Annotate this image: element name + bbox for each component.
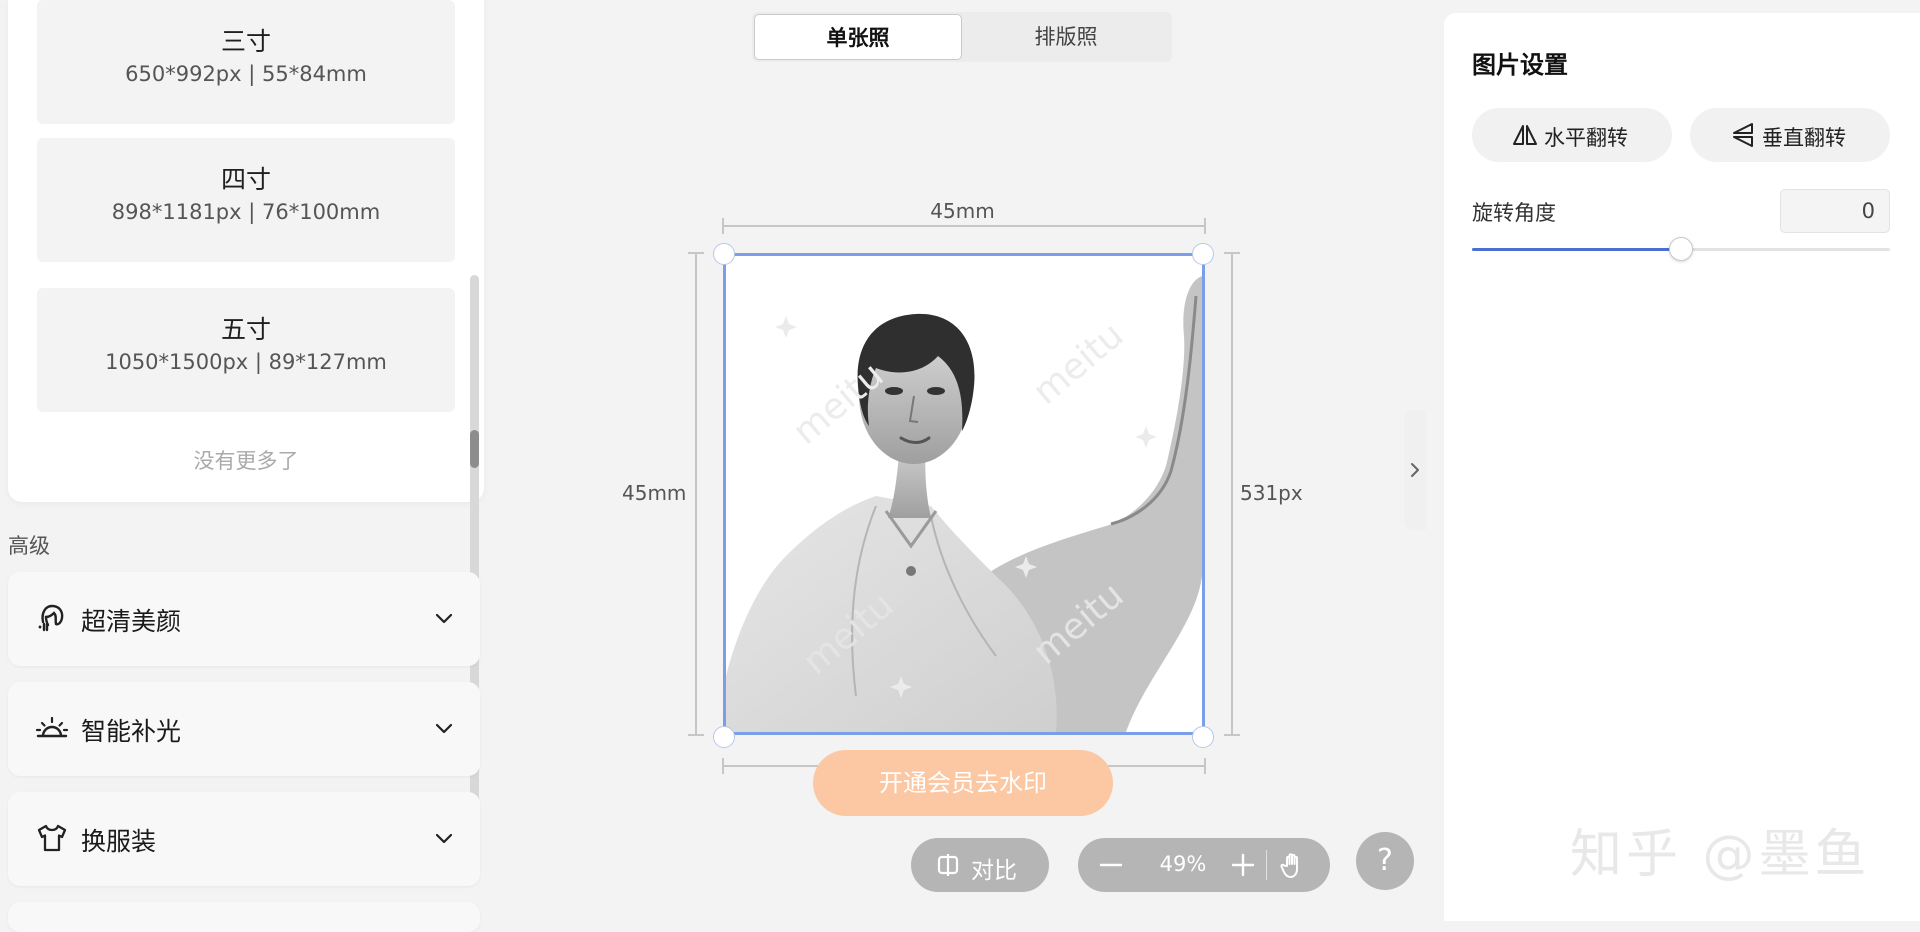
hand-pan-icon[interactable] bbox=[1278, 850, 1308, 880]
width-dimension-label: 45mm bbox=[930, 199, 995, 223]
compare-button[interactable]: 对比 bbox=[911, 838, 1049, 892]
advanced-section-label: 高级 bbox=[8, 534, 50, 558]
feature-smart-fill-light[interactable]: 智能补光 bbox=[8, 682, 480, 776]
photo-preview[interactable]: meitu meitu meitu meitu bbox=[723, 253, 1205, 735]
rotation-slider-fill bbox=[1472, 248, 1681, 251]
photo-mode-tabs: 单张照 排版照 bbox=[752, 12, 1172, 62]
rotation-angle-input[interactable] bbox=[1780, 189, 1890, 233]
rotation-slider-knob[interactable] bbox=[1669, 237, 1693, 261]
tab-single-photo[interactable]: 单张照 bbox=[754, 14, 962, 60]
remove-watermark-button[interactable]: 开通会员去水印 bbox=[813, 750, 1113, 816]
help-button[interactable]: ? bbox=[1356, 832, 1414, 890]
feature-next-partial[interactable] bbox=[8, 902, 480, 932]
height-dimension-label: 45mm bbox=[622, 481, 687, 505]
feature-label: 超清美颜 bbox=[81, 607, 182, 636]
size-option-5-inch[interactable]: 五寸 1050*1500px | 89*127mm bbox=[37, 288, 455, 412]
size-option-4-inch[interactable]: 四寸 898*1181px | 76*100mm bbox=[37, 138, 455, 262]
feature-label: 智能补光 bbox=[81, 717, 182, 746]
compare-label: 对比 bbox=[971, 858, 1017, 884]
rotation-angle-label: 旋转角度 bbox=[1472, 201, 1556, 225]
resize-handle-bottom-right[interactable] bbox=[1192, 726, 1214, 748]
size-name: 三寸 bbox=[220, 27, 271, 56]
pixel-dimension-label: 531px bbox=[1240, 481, 1303, 505]
feature-label: 换服装 bbox=[81, 827, 157, 856]
zoom-level: 49% bbox=[1159, 852, 1207, 876]
portrait-image: meitu meitu meitu meitu bbox=[726, 256, 1202, 732]
chevron-right-icon bbox=[1411, 463, 1419, 477]
tab-layout-photo[interactable]: 排版照 bbox=[962, 14, 1170, 60]
panel-title: 图片设置 bbox=[1472, 51, 1568, 79]
sunrise-light-icon bbox=[35, 716, 69, 738]
flip-horizontal-button[interactable]: 水平翻转 bbox=[1472, 108, 1672, 162]
resize-handle-top-left[interactable] bbox=[713, 243, 735, 265]
scrollbar-thumb[interactable] bbox=[470, 430, 479, 468]
compare-icon bbox=[937, 854, 959, 876]
feature-change-outfit[interactable]: 换服装 bbox=[8, 792, 480, 886]
zoom-controls: 49% bbox=[1078, 838, 1330, 892]
size-name: 四寸 bbox=[220, 165, 271, 194]
face-beauty-icon bbox=[38, 604, 64, 632]
size-dims: 1050*1500px | 89*127mm bbox=[105, 350, 387, 374]
left-panel: 三寸 650*992px | 55*84mm 四寸 898*1181px | 7… bbox=[0, 0, 484, 932]
flip-vertical-icon bbox=[1733, 123, 1753, 147]
resize-handle-bottom-left[interactable] bbox=[713, 726, 735, 748]
tshirt-icon bbox=[37, 824, 67, 852]
no-more-text: 没有更多了 bbox=[193, 449, 299, 473]
chevron-down-icon bbox=[435, 833, 453, 844]
size-name: 五寸 bbox=[220, 315, 271, 344]
zoom-divider bbox=[1266, 850, 1267, 880]
flip-horizontal-icon bbox=[1513, 125, 1537, 145]
size-list-card: 三寸 650*992px | 55*84mm 四寸 898*1181px | 7… bbox=[8, 0, 484, 502]
size-option-3-inch[interactable]: 三寸 650*992px | 55*84mm bbox=[37, 0, 455, 124]
image-settings-panel: 图片设置 水平翻转 垂直翻转 旋转角度 bbox=[1444, 13, 1920, 921]
flip-vertical-button[interactable]: 垂直翻转 bbox=[1690, 108, 1890, 162]
feature-hd-beauty[interactable]: 超清美颜 bbox=[8, 572, 480, 666]
chevron-down-icon bbox=[435, 723, 453, 734]
flip-horizontal-label: 水平翻转 bbox=[1544, 126, 1628, 150]
size-dims: 898*1181px | 76*100mm bbox=[111, 200, 381, 224]
size-dims: 650*992px | 55*84mm bbox=[125, 62, 367, 86]
flip-vertical-label: 垂直翻转 bbox=[1762, 126, 1846, 150]
chevron-down-icon bbox=[435, 613, 453, 624]
brand-overlay-watermark: 知乎 @墨鱼 bbox=[1570, 825, 1871, 885]
resize-handle-top-right[interactable] bbox=[1192, 243, 1214, 265]
collapse-panel-toggle[interactable] bbox=[1404, 410, 1426, 530]
zoom-in-icon[interactable] bbox=[1230, 852, 1256, 878]
zoom-out-icon[interactable] bbox=[1098, 852, 1124, 878]
